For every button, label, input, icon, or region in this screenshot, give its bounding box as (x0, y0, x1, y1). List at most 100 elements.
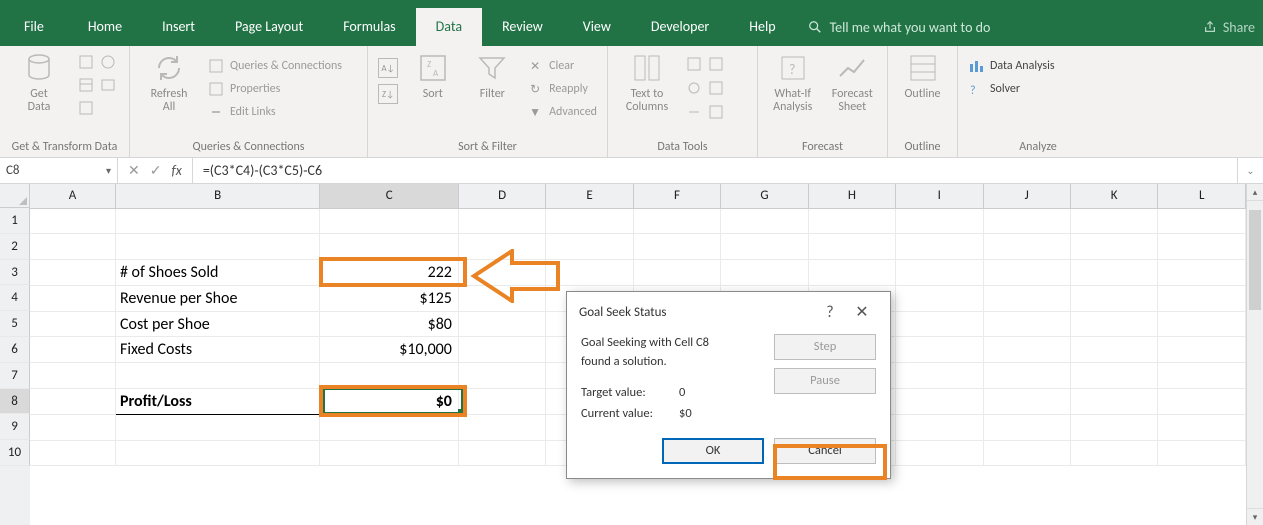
row-header[interactable]: 10 (0, 440, 30, 466)
tell-me[interactable]: Tell me what you want to do (808, 19, 991, 36)
manage-data-model-icon[interactable] (708, 104, 724, 120)
row-header[interactable]: 6 (0, 337, 30, 363)
tab-formulas[interactable]: Formulas (323, 8, 415, 46)
dialog-close-icon[interactable]: ✕ (846, 302, 878, 322)
get-data-button[interactable]: Get Data (10, 52, 68, 114)
clear-label[interactable]: Clear (549, 59, 574, 73)
forecast-sheet-button[interactable]: Forecast Sheet (828, 52, 878, 114)
sort-asc-icon[interactable]: A↓ (378, 58, 398, 78)
row-header[interactable]: 9 (0, 414, 30, 440)
refresh-all-button[interactable]: Refresh All (140, 52, 198, 114)
solver-button[interactable]: ?Solver (968, 79, 1055, 99)
name-box-dropdown-icon[interactable]: ▾ (106, 164, 111, 177)
expand-formula-bar-icon[interactable]: ⌄ (1237, 158, 1263, 183)
cell-C6[interactable]: $10,000 (320, 337, 458, 363)
group-forecast: ? What-If Analysis Forecast Sheet Foreca… (758, 46, 888, 157)
advanced-label[interactable]: Advanced (549, 105, 597, 119)
tab-page-layout[interactable]: Page Layout (215, 8, 323, 46)
row-header[interactable]: 7 (0, 363, 30, 389)
share-button[interactable]: Share (1203, 19, 1263, 36)
cancel-button[interactable]: Cancel (774, 438, 876, 464)
cell-B3[interactable]: # of Shoes Sold (115, 260, 319, 286)
col-header[interactable]: I (896, 184, 983, 208)
text-to-columns-label: Text to Columns (626, 88, 668, 114)
edit-links-label[interactable]: Edit Links (230, 105, 276, 119)
col-header[interactable]: A (30, 184, 115, 208)
properties-label[interactable]: Properties (230, 82, 280, 96)
col-header[interactable]: D (458, 184, 545, 208)
ok-button[interactable]: OK (662, 438, 764, 464)
row-header[interactable]: 3 (0, 260, 30, 286)
row-header[interactable]: 8 (0, 389, 30, 415)
name-box[interactable]: C8 ▾ (0, 158, 118, 183)
col-header[interactable]: E (546, 184, 633, 208)
consolidate-icon[interactable] (708, 80, 724, 96)
cell-C3[interactable]: 222 (320, 260, 458, 286)
reapply-label[interactable]: Reapply (549, 82, 588, 96)
scroll-up-icon[interactable]: ▴ (1247, 184, 1263, 201)
tab-help[interactable]: Help (729, 8, 795, 46)
flash-fill-icon[interactable] (686, 56, 702, 72)
dialog-message-line2: found a solution. (581, 353, 761, 372)
sort-icon: ZA (417, 52, 449, 84)
row-header[interactable]: 5 (0, 311, 30, 337)
funnel-icon (476, 52, 508, 84)
text-to-columns-button[interactable]: Text to Columns (618, 52, 676, 114)
queries-connections-label[interactable]: Queries & Connections (230, 59, 342, 73)
group-get-transform: Get Data Get & Transform Data (0, 46, 130, 157)
remove-duplicates-icon[interactable] (708, 56, 724, 72)
what-if-icon: ? (777, 52, 809, 84)
col-header[interactable]: H (808, 184, 895, 208)
col-header[interactable]: K (1070, 184, 1157, 208)
col-header[interactable]: G (721, 184, 808, 208)
col-header[interactable]: F (633, 184, 720, 208)
cell-C4[interactable]: $125 (320, 285, 458, 311)
tab-data[interactable]: Data (416, 8, 482, 46)
refresh-all-label: Refresh All (151, 88, 188, 114)
scroll-thumb[interactable] (1249, 210, 1261, 310)
tab-view[interactable]: View (563, 8, 631, 46)
cell-B6[interactable]: Fixed Costs (115, 337, 319, 363)
what-if-button[interactable]: ? What-If Analysis (768, 52, 818, 114)
tab-home[interactable]: Home (68, 8, 142, 46)
cell-B4[interactable]: Revenue per Shoe (115, 285, 319, 311)
insert-function-icon[interactable]: fx (171, 162, 181, 179)
cell-B8[interactable]: Profit/Loss (115, 389, 319, 415)
col-header[interactable]: C (320, 184, 458, 208)
tab-file[interactable]: File (0, 8, 68, 46)
filter-button[interactable]: Filter (468, 52, 518, 101)
cell-C5[interactable]: $80 (320, 311, 458, 337)
existing-connections-icon[interactable] (78, 100, 94, 116)
sort-button[interactable]: ZA Sort (408, 52, 458, 101)
data-analysis-button[interactable]: Data Analysis (968, 56, 1055, 76)
col-header[interactable]: J (983, 184, 1070, 208)
scroll-down-icon[interactable]: ▾ (1247, 508, 1263, 525)
tab-developer[interactable]: Developer (631, 8, 729, 46)
from-table-icon[interactable] (78, 77, 94, 93)
data-validation-icon[interactable] (686, 80, 702, 96)
row-header[interactable]: 4 (0, 285, 30, 311)
vertical-scrollbar[interactable]: ▴ ▾ (1246, 184, 1263, 525)
edit-links-icon (208, 104, 224, 120)
cell-B5[interactable]: Cost per Shoe (115, 311, 319, 337)
tab-insert[interactable]: Insert (142, 8, 215, 46)
cell-C8[interactable]: $0 (320, 389, 458, 415)
cancel-formula-icon[interactable]: ✕ (128, 162, 140, 179)
from-text-icon[interactable] (78, 54, 94, 70)
tab-review[interactable]: Review (482, 8, 563, 46)
col-header[interactable]: B (115, 184, 319, 208)
row-header[interactable]: 2 (0, 234, 30, 260)
select-all-corner[interactable] (0, 184, 30, 208)
target-value-label: Target value: (581, 382, 671, 403)
sort-desc-icon[interactable]: Z↓ (378, 84, 398, 104)
enter-formula-icon[interactable]: ✓ (150, 162, 162, 179)
recent-sources-icon[interactable] (100, 77, 116, 93)
relationships-icon[interactable] (686, 104, 702, 120)
group-label-get-transform: Get & Transform Data (10, 138, 119, 157)
from-web-icon[interactable] (100, 54, 116, 70)
outline-button[interactable]: Outline (898, 52, 947, 101)
row-header[interactable]: 1 (0, 208, 30, 234)
dialog-help-icon[interactable]: ? (814, 303, 846, 322)
col-header[interactable]: L (1158, 184, 1246, 208)
formula-input[interactable]: =(C3*C4)-(C3*C5)-C6 (193, 158, 1237, 183)
